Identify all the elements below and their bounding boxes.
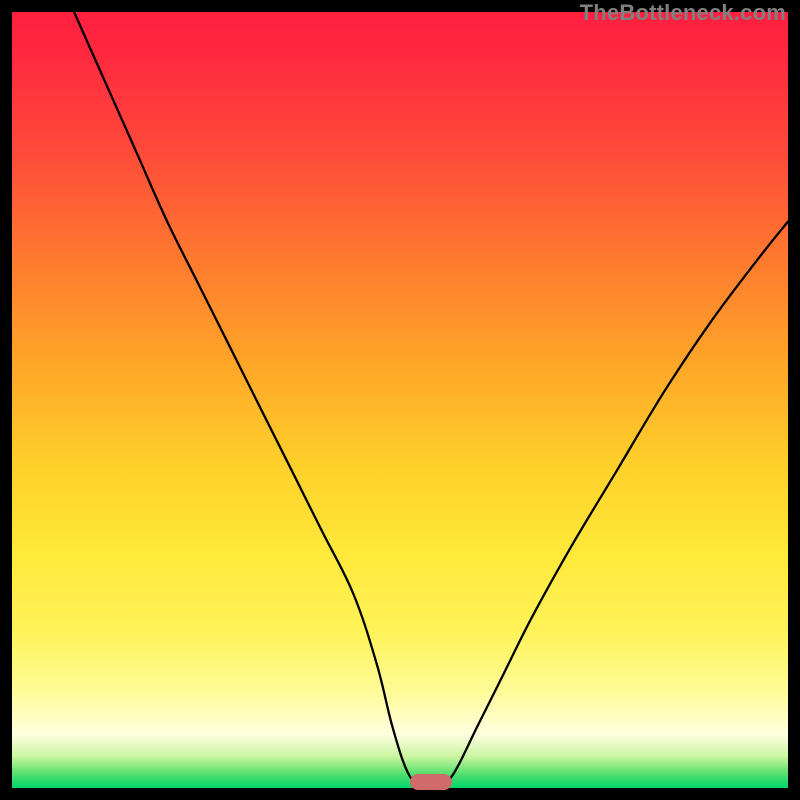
bottleneck-curve <box>12 12 788 788</box>
chart-stage: TheBottleneck.com <box>0 0 800 800</box>
curve-path <box>74 12 788 790</box>
optimum-marker <box>410 774 452 790</box>
plot-area <box>12 12 788 788</box>
attribution-text: TheBottleneck.com <box>580 0 786 26</box>
